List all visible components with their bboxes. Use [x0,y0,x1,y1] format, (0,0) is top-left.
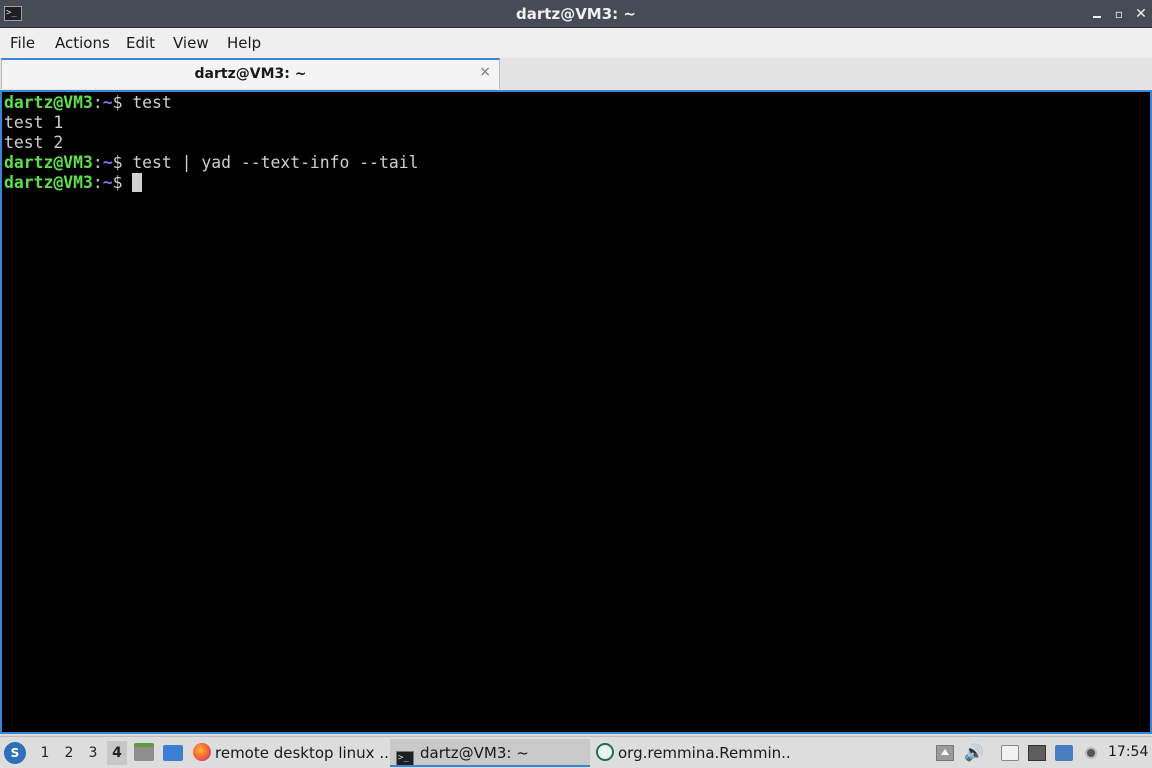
taskbar: S 1 2 3 4 remote desktop linux ... >_ dar… [0,736,1152,768]
tab-strip: dartz@VM3: ~ × [0,58,1152,90]
taskbar-item-terminal[interactable]: >_ dartz@VM3: ~ [390,739,590,767]
volume-icon[interactable]: 🔊 [964,745,984,761]
prompt-separator: : [92,93,103,112]
prompt-path: ~ [102,93,113,112]
menu-edit[interactable]: Edit [126,34,155,52]
notification-icon[interactable] [1055,745,1073,761]
firefox-icon [193,743,211,761]
taskbar-item-label: dartz@VM3: ~ [420,744,529,762]
window-title: dartz@VM3: ~ [516,5,636,23]
prompt-symbol: $ [112,173,133,192]
taskbar-item-remmina[interactable]: org.remmina.Remmin... [596,739,791,767]
show-desktop-icon[interactable] [163,745,183,761]
terminal-line: dartz@VM3:~$ test | yad --text-info --ta… [4,153,418,173]
window-titlebar: >_ dartz@VM3: ~ ▫ ✕ [0,0,1152,28]
prompt-user: dartz@VM3 [4,93,93,112]
close-button[interactable]: ✕ [1132,6,1150,22]
workspace-4[interactable]: 4 [107,741,127,765]
menu-actions[interactable]: Actions [55,34,110,52]
file-manager-icon[interactable] [134,743,154,761]
text-cursor [132,173,143,192]
terminal-output-line: test 1 [4,113,64,132]
taskbar-item-label: org.remmina.Remmin... [618,744,791,762]
power-icon[interactable] [1085,747,1097,759]
minimize-button[interactable] [1088,6,1106,22]
terminal-output-line: test 2 [4,133,64,152]
workspace-1[interactable]: 1 [35,745,55,761]
maximize-button[interactable]: ▫ [1110,6,1128,22]
tab-close-icon[interactable]: × [479,64,491,80]
prompt-path: ~ [102,173,113,192]
prompt-symbol: $ [112,153,133,172]
start-menu-icon[interactable]: S [4,742,26,764]
terminal-icon: >_ [396,751,414,765]
menu-file[interactable]: File [10,34,35,52]
clipboard-icon[interactable] [1001,745,1019,761]
tray-expand-icon[interactable] [936,745,954,761]
prompt-path: ~ [102,153,113,172]
prompt-separator: : [92,153,103,172]
menu-view[interactable]: View [173,34,209,52]
taskbar-item-firefox[interactable]: remote desktop linux ... [193,739,388,767]
prompt-symbol: $ [112,93,133,112]
remmina-icon [596,743,614,761]
menu-help[interactable]: Help [227,34,261,52]
terminal-line: dartz@VM3:~$ [4,173,143,193]
network-icon[interactable] [1028,745,1046,761]
command-text: test | yad --text-info --tail [132,153,419,172]
clock[interactable]: 17:54 [1108,744,1148,760]
tab-terminal[interactable]: dartz@VM3: ~ × [1,58,500,89]
terminal-line: dartz@VM3:~$ test [4,93,172,113]
command-text: test [132,93,172,112]
tab-label: dartz@VM3: ~ [194,66,307,82]
menu-bar: File Actions Edit View Help [0,28,1152,58]
workspace-3[interactable]: 3 [83,745,103,761]
prompt-separator: : [92,173,103,192]
prompt-user: dartz@VM3 [4,153,93,172]
workspace-2[interactable]: 2 [59,745,79,761]
taskbar-item-label: remote desktop linux ... [215,744,388,762]
prompt-user: dartz@VM3 [4,173,93,192]
terminal-view[interactable]: dartz@VM3:~$ test test 1 test 2 dartz@VM… [0,90,1152,734]
